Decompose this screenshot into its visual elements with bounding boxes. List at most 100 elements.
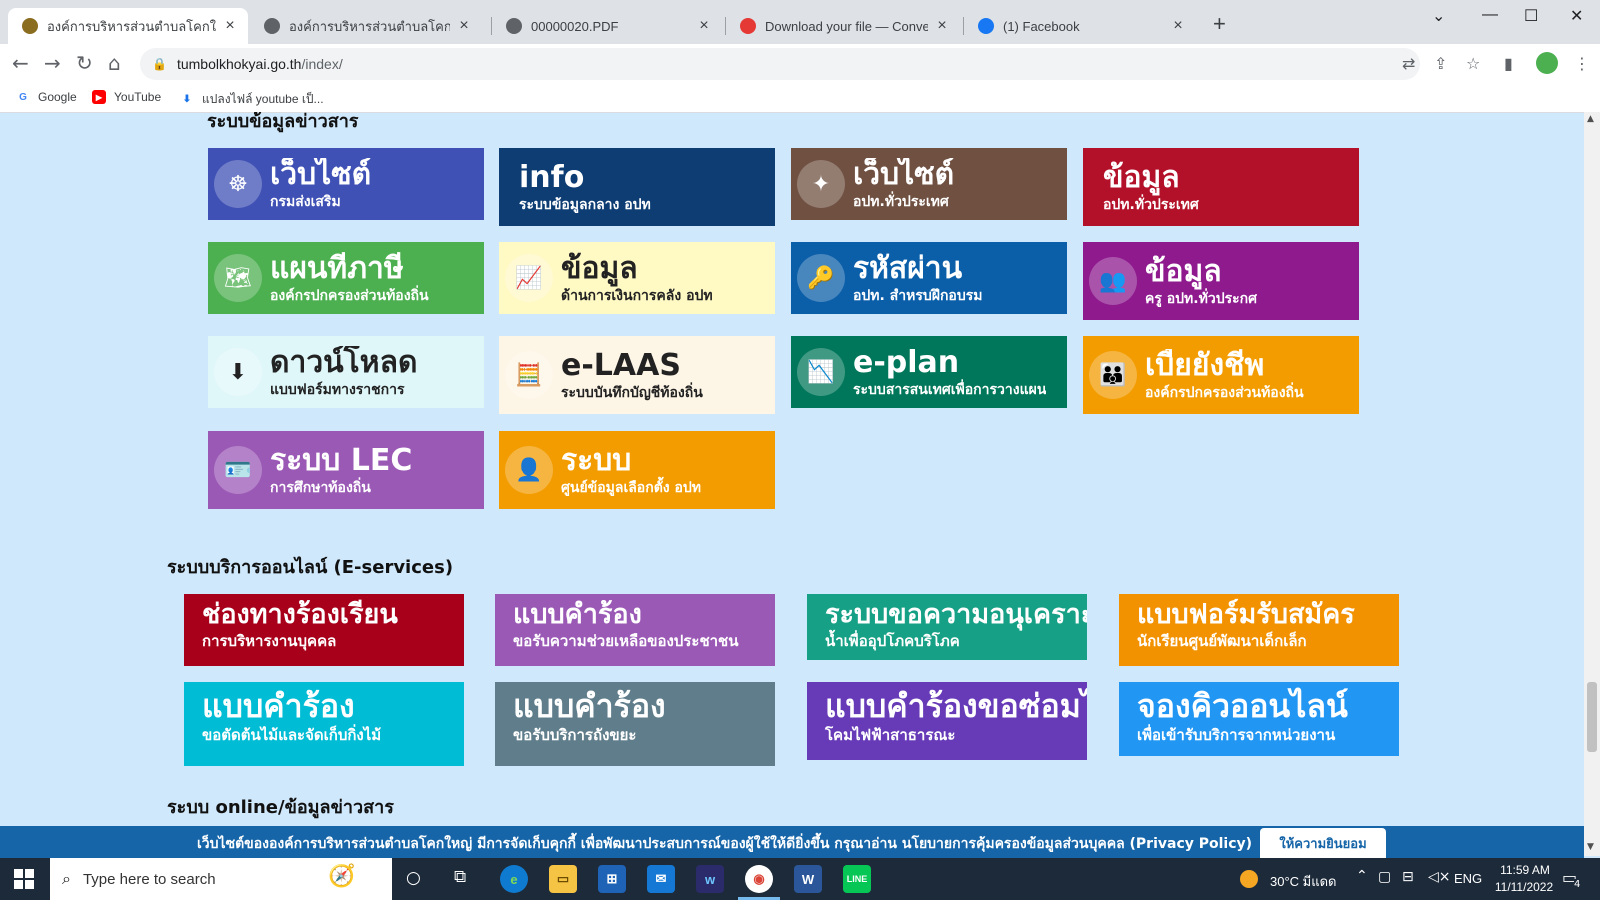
minimize-icon[interactable]: ⌄ <box>1432 6 1445 26</box>
weather-text[interactable]: 30°C มีแดด <box>1270 871 1337 892</box>
eservice-tile[interactable]: แบบคำร้อง ขอรับความช่วยเหลือของประชาชน <box>495 594 775 666</box>
scrollbar-thumb[interactable] <box>1587 682 1597 752</box>
info-tile[interactable]: ข้อมูล อปท.ทั่วประเทศ <box>1083 148 1359 226</box>
info-tile[interactable]: 👥 ข้อมูล ครู อปท.ทั่วประกศ <box>1083 242 1359 320</box>
forward-icon[interactable]: → <box>44 52 61 74</box>
info-tile[interactable]: 👤 ระบบ ศูนย์ข้อมูลเลือกตั้ง อปท <box>499 431 775 509</box>
address-bar[interactable]: 🔒 tumbolkhokyai.go.th/index/ <box>140 48 1420 80</box>
browser-tab[interactable]: (1) Facebook × <box>964 8 1196 44</box>
eservice-subtitle: ขอตัดต้นไม้และจัดเก็บกิ่งไม้ <box>202 726 382 744</box>
info-tile[interactable]: 📈 ข้อมูล ด้านการเงินการคลัง อปท <box>499 242 775 314</box>
scroll-up-icon[interactable]: ▲ <box>1587 114 1594 124</box>
close-window-icon[interactable]: ✕ <box>1570 6 1583 26</box>
mail-icon[interactable]: ✉ <box>647 865 675 893</box>
clock-time[interactable]: 11:59 AM <box>1490 863 1560 877</box>
eservice-tile[interactable]: แบบคำร้องขอซ่อมไฟฟ้าโคมไฟฟ้าสาธารณะ <box>807 682 1087 760</box>
meet-now-icon[interactable]: ▢ <box>1378 869 1391 885</box>
info-tile[interactable]: ☸ เว็บไซต์ กรมส่งเสริม <box>208 148 484 220</box>
word-icon[interactable]: W <box>794 865 822 893</box>
info-tile[interactable]: 👪 เบี้ยยังชีพ องค์กรปกครองส่วนท้องถิ่น <box>1083 336 1359 414</box>
url-text[interactable]: tumbolkhokyai.go.th/index/ <box>177 56 343 72</box>
maximize-icon[interactable]: ☐ <box>1524 6 1538 26</box>
star-icon[interactable]: ☆ <box>1466 54 1480 73</box>
eservice-tile[interactable]: แบบคำร้อง ขอตัดต้นไม้และจัดเก็บกิ่งไม้ <box>184 682 464 766</box>
info-tile-text: เบี้ยยังชีพ องค์กรปกครองส่วนท้องถิ่น <box>1145 349 1304 401</box>
reload-icon[interactable]: ↻ <box>76 52 93 74</box>
info-tile[interactable]: ⬇ ดาวน์โหลด แบบฟอร์มทางราชการ <box>208 336 484 408</box>
browser-tab[interactable]: องค์การบริหารส่วนตำบลโคกใหญ่ อำเภอ × <box>250 8 482 44</box>
finance-icon: 📈 <box>505 254 553 302</box>
bookmark-item[interactable]: G Google <box>16 90 77 104</box>
clock-date[interactable]: 11/11/2022 <box>1484 880 1564 894</box>
home-icon[interactable]: ⌂ <box>108 52 121 74</box>
new-tab-icon[interactable]: + <box>1213 13 1226 35</box>
profile-avatar[interactable] <box>1536 52 1558 74</box>
eservice-tile[interactable]: แบบฟอร์มรับสมัคร นักเรียนศูนย์พัฒนาเด็กเล… <box>1119 594 1399 666</box>
browser-tab[interactable]: องค์การบริหารส่วนตำบลโคกใหญ่ อำเภอ × <box>8 8 248 44</box>
menu-icon[interactable]: ⋮ <box>1574 54 1590 73</box>
browser-tab[interactable]: 00000020.PDF × <box>492 8 722 44</box>
chart-icon: 📉 <box>797 348 845 396</box>
file-download-icon: ⬇ <box>214 348 262 396</box>
tab-title: องค์การบริหารส่วนตำบลโคกใหญ่ อำเภอ <box>47 18 216 34</box>
tab-close-icon[interactable]: × <box>934 17 950 35</box>
info-tile-text: ข้อมูล อปท.ทั่วประเทศ <box>1103 161 1199 213</box>
translate-icon[interactable]: ⇄ <box>1402 54 1415 73</box>
tab-close-icon[interactable]: × <box>696 17 712 35</box>
info-tile[interactable]: 🔑 รหัสผ่าน อปท. สำหรบฝึกอบรม <box>791 242 1067 314</box>
tab-close-icon[interactable]: × <box>222 17 238 35</box>
info-tile-subtitle: ครู อปท.ทั่วประกศ <box>1145 290 1257 307</box>
info-tile-subtitle: อปท.ทั่วประเทศ <box>853 193 949 210</box>
file-explorer-icon[interactable]: ▭ <box>549 865 577 893</box>
tab-close-icon[interactable]: × <box>456 17 472 35</box>
bookmark-item[interactable]: ▶ YouTube <box>92 90 161 104</box>
bookmark-item[interactable]: ⬇ แปลงไฟล์ youtube เป็... <box>180 90 324 109</box>
lock-icon[interactable]: 🔒 <box>152 57 167 71</box>
info-tile-title: ข้อมูล <box>561 251 638 286</box>
cortana-icon[interactable]: ○ <box>406 868 421 888</box>
scroll-down-icon[interactable]: ▼ <box>1587 842 1594 852</box>
line-icon[interactable]: LINE <box>843 865 871 893</box>
windows-taskbar: ⌕ Type here to search 🧭 ○ ⧉ e ▭ ⊞ ✉ w ◉ … <box>0 858 1600 900</box>
network-tray-icon[interactable]: ⊟ <box>1402 869 1414 885</box>
info-tile-text: รหัสผ่าน อปท. สำหรบฝึกอบรม <box>853 252 982 304</box>
info-tile-title: e-plan <box>853 345 960 380</box>
volume-icon[interactable]: ◁× <box>1428 869 1451 885</box>
info-tile[interactable]: 🧮 e-LAAS ระบบบันทึกบัญชีท้องถิ่น <box>499 336 775 414</box>
tab-strip: องค์การบริหารส่วนตำบลโคกใหญ่ อำเภอ×องค์ก… <box>0 0 1600 44</box>
side-panel-icon[interactable]: ▮ <box>1504 54 1513 73</box>
store-icon[interactable]: ⊞ <box>598 865 626 893</box>
info-tile[interactable]: 📉 e-plan ระบบสารสนเทศเพื่อการวางแผน <box>791 336 1067 408</box>
task-view-icon[interactable]: ⧉ <box>454 867 466 887</box>
chrome-icon[interactable]: ◉ <box>745 865 773 893</box>
eservice-tile[interactable]: ระบบขอความอนุเคราะห์ น้ำเพื่ออุปโภคบริโภค <box>807 594 1087 660</box>
webex-icon[interactable]: w <box>696 865 724 893</box>
tray-chevron-icon[interactable]: ⌃ <box>1356 868 1368 884</box>
eservice-subtitle: น้ำเพื่ออุปโภคบริโภค <box>825 631 960 650</box>
share-icon[interactable]: ⇪ <box>1434 54 1447 73</box>
taskbar-search[interactable]: ⌕ Type here to search 🧭 <box>50 858 392 900</box>
info-tile-subtitle: องค์กรปกครองส่วนท้องถิ่น <box>1145 384 1304 401</box>
edge-icon[interactable]: e <box>500 865 528 893</box>
info-tile[interactable]: 🗺 แผนที่ภาษี องค์กรปกครองส่วนท้องถิ่น <box>208 242 484 314</box>
minimize-window-icon[interactable]: — <box>1482 6 1498 24</box>
cookie-accept-button[interactable]: ให้ความยินยอม <box>1260 828 1386 858</box>
info-tile-title: รหัสผ่าน <box>853 251 963 286</box>
tab-title: (1) Facebook <box>1003 18 1080 34</box>
info-tile[interactable]: ✦ เว็บไซต์ อปท.ทั่วประเทศ <box>791 148 1067 220</box>
eservice-tile[interactable]: จองคิวออนไลน์ เพื่อเข้ารับบริการจากหน่วยง… <box>1119 682 1399 756</box>
eservice-title: ช่องทางร้องเรียน <box>202 599 398 630</box>
info-tile-text: e-LAAS ระบบบันทึกบัญชีท้องถิ่น <box>561 349 703 401</box>
tab-close-icon[interactable]: × <box>1170 17 1186 35</box>
info-tile[interactable]: info ระบบข้อมูลกลาง อปท <box>499 148 775 226</box>
language-indicator[interactable]: ENG <box>1454 871 1482 886</box>
eservice-tile[interactable]: แบบคำร้อง ขอรับบริการถังขยะ <box>495 682 775 766</box>
page-scrollbar[interactable]: ▲ ▼ <box>1584 112 1600 856</box>
browser-tab[interactable]: Download your file — Convertio × <box>726 8 960 44</box>
eservice-tile[interactable]: ช่องทางร้องเรียน การบริหารงานบุคคล <box>184 594 464 666</box>
info-tile-text: ข้อมูล ด้านการเงินการคลัง อปท <box>561 252 713 304</box>
windows-start-icon[interactable] <box>14 869 34 889</box>
back-icon[interactable]: ← <box>12 52 29 74</box>
weather-sun-icon[interactable] <box>1240 870 1258 888</box>
info-tile[interactable]: 🪪 ระบบ LEC การศึกษาท้องถิ่น <box>208 431 484 509</box>
